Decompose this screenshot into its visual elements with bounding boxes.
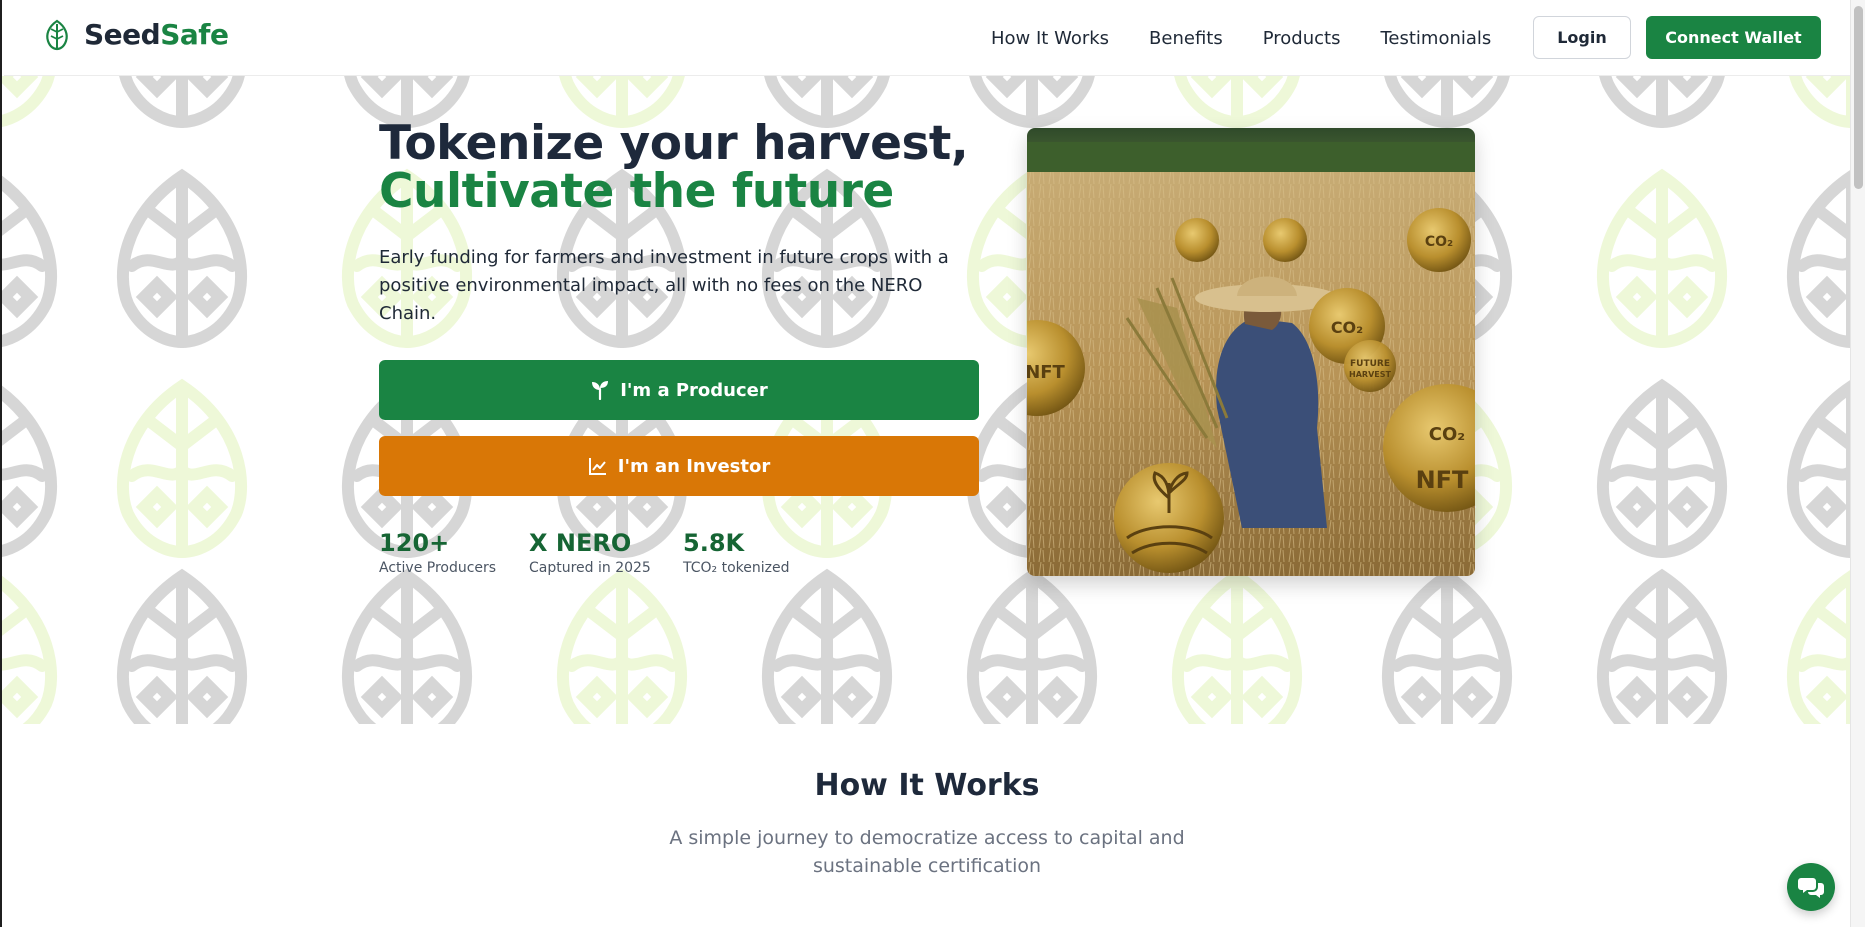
- svg-text:HARVEST: HARVEST: [1349, 370, 1391, 379]
- background-leaf: [1789, 76, 1850, 128]
- sprout-icon: [592, 381, 609, 400]
- background-leaf: [969, 76, 1095, 129]
- background-leaf: [1384, 76, 1510, 129]
- stat-label: Active Producers: [379, 560, 497, 576]
- stat-value: X NERO: [529, 529, 632, 557]
- stat-label: TCO₂ tokenized: [683, 560, 790, 576]
- background-leaf: [117, 168, 247, 349]
- background-leaf: [1382, 568, 1512, 724]
- hero-title-line2: Cultivate the future: [379, 164, 894, 219]
- hero-title: Tokenize your harvest, Cultivate the fut…: [379, 116, 969, 219]
- nav-how-it-works[interactable]: How It Works: [991, 28, 1109, 49]
- main-nav: How It Works Benefits Products Testimoni…: [991, 0, 1491, 76]
- svg-text:NFT: NFT: [1027, 362, 1066, 383]
- background-leaf: [119, 76, 245, 129]
- background-leaf: [1787, 570, 1850, 724]
- chat-icon: [1798, 878, 1824, 898]
- background-leaf: [1787, 380, 1850, 558]
- background-leaf: [117, 568, 247, 724]
- login-button[interactable]: Login: [1533, 16, 1631, 59]
- background-leaf: [2, 385, 57, 557]
- producer-button[interactable]: I'm a Producer: [379, 360, 979, 420]
- background-leaf: [1599, 76, 1725, 129]
- background-leaf: [1172, 568, 1302, 724]
- hero-farmer-image: CO₂ CO₂ FUTURE HARVEST NFT CO₂ NFT: [1027, 128, 1475, 576]
- nav-products[interactable]: Products: [1263, 28, 1341, 49]
- nav-benefits[interactable]: Benefits: [1149, 28, 1223, 49]
- chart-line-icon: [588, 458, 606, 475]
- hero-description: Early funding for farmers and investment…: [379, 247, 949, 324]
- stat-value: 120+: [379, 529, 450, 557]
- producer-button-label: I'm a Producer: [620, 379, 768, 401]
- stat-value: 5.8K: [683, 529, 745, 557]
- background-leaf: [1174, 76, 1300, 129]
- background-leaf: [2, 76, 55, 127]
- connect-wallet-button[interactable]: Connect Wallet: [1646, 16, 1821, 59]
- stat-label: Captured in 2025: [529, 560, 651, 576]
- investor-button[interactable]: I'm an Investor: [379, 436, 979, 496]
- svg-text:CO₂: CO₂: [1429, 424, 1465, 445]
- background-leaf: [1597, 378, 1727, 559]
- how-it-works-title: How It Works: [814, 768, 1040, 803]
- page: SeedSafe How It Works Benefits Products …: [0, 0, 1865, 927]
- background-leaf: [557, 568, 687, 724]
- scrollbar-thumb[interactable]: [1854, 6, 1863, 189]
- logo[interactable]: SeedSafe: [44, 18, 229, 51]
- stat-tco2: 5.8K TCO₂ tokenized: [683, 528, 789, 576]
- how-it-works-subtitle: A simple journey to democratize access t…: [669, 827, 1185, 877]
- background-leaf: [117, 378, 247, 559]
- background-leaf: [1787, 170, 1850, 348]
- background-leaf: [1597, 168, 1727, 349]
- stat-nero: X NERO Captured in 2025: [529, 528, 651, 576]
- stat-producers: 120+ Active Producers: [379, 528, 497, 576]
- background-leaf: [967, 568, 1097, 724]
- background-leaf: [2, 175, 57, 347]
- nav-testimonials[interactable]: Testimonials: [1380, 28, 1491, 49]
- hero-title-line1: Tokenize your harvest,: [379, 116, 969, 171]
- chat-button[interactable]: [1787, 863, 1835, 911]
- page-scrollbar[interactable]: [1850, 0, 1865, 927]
- svg-text:NFT: NFT: [1416, 466, 1469, 494]
- site-header: SeedSafe How It Works Benefits Products …: [4, 0, 1850, 76]
- svg-text:CO₂: CO₂: [1331, 318, 1363, 337]
- background-leaf: [2, 575, 57, 724]
- logo-text: SeedSafe: [84, 18, 229, 51]
- svg-text:CO₂: CO₂: [1425, 234, 1453, 250]
- background-leaf: [762, 568, 892, 724]
- investor-button-label: I'm an Investor: [617, 455, 771, 477]
- background-leaf: [1597, 568, 1727, 724]
- stats-row: 120+ Active Producers X NERO Captured in…: [379, 528, 789, 576]
- background-leaf: [342, 568, 472, 724]
- leaf-icon: [46, 19, 68, 50]
- svg-text:FUTURE: FUTURE: [1350, 359, 1390, 369]
